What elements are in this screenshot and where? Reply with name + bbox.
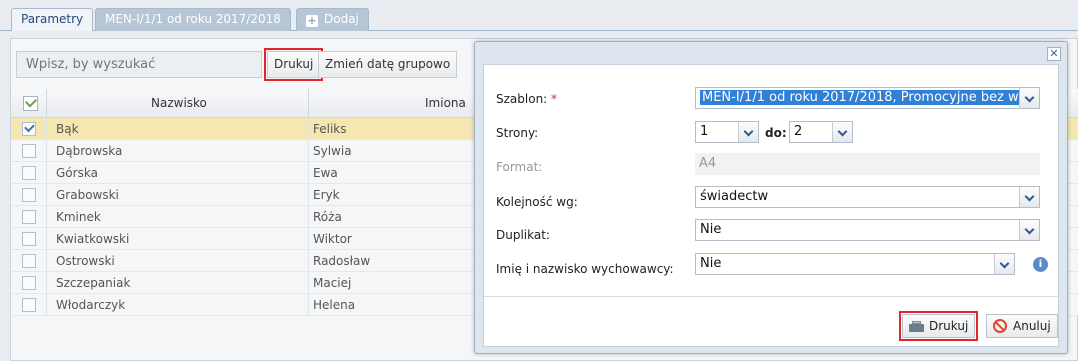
wychowawca-label: Imię i nazwisko wychowawcy:: [496, 262, 674, 276]
cell-nazwisko: Kminek: [56, 210, 101, 224]
szablon-select[interactable]: MEN-I/1/1 od roku 2017/2018, Promocyjne …: [695, 87, 1040, 109]
do-label: do:: [765, 126, 787, 140]
dialog-cancel-label: Anuluj: [1013, 319, 1051, 333]
search-input[interactable]: [16, 51, 262, 78]
cell-imiona: Róża: [313, 210, 342, 224]
column-header-imiona[interactable]: Imiona: [425, 89, 466, 118]
row-checkbox[interactable]: [22, 298, 36, 312]
column-separator: [308, 184, 309, 206]
dialog-body: Szablon: * MEN-I/1/1 od roku 2017/2018, …: [483, 64, 1060, 347]
row-checkbox[interactable]: [22, 232, 36, 246]
tab-men-i-1-1[interactable]: MEN-I/1/1 od roku 2017/2018: [95, 8, 291, 31]
cell-nazwisko: Dąbrowska: [56, 144, 123, 158]
cell-imiona: Helena: [313, 298, 356, 312]
dialog-print-button[interactable]: Drukuj: [898, 311, 979, 341]
cell-imiona: Eryk: [313, 188, 340, 202]
column-separator: [46, 272, 47, 294]
column-separator: [308, 140, 309, 162]
cancel-icon: [993, 319, 1007, 333]
tab-dodaj-label: Dodaj: [324, 12, 359, 26]
printer-icon: [909, 321, 924, 332]
chevron-down-icon[interactable]: [738, 122, 758, 142]
column-header-nazwisko[interactable]: Nazwisko: [151, 89, 207, 118]
chevron-down-icon[interactable]: [1019, 187, 1039, 207]
cell-nazwisko: Ostrowski: [56, 254, 115, 268]
row-checkbox[interactable]: [22, 210, 36, 224]
wychowawca-select[interactable]: Nie: [695, 253, 1015, 275]
column-separator: [308, 294, 309, 316]
cell-nazwisko: Grabowski: [56, 188, 119, 202]
column-separator: [308, 89, 309, 118]
dialog-cancel-button[interactable]: Anuluj: [986, 314, 1058, 338]
duplikat-label: Duplikat:: [496, 228, 550, 242]
column-separator: [46, 89, 47, 118]
print-form: Szablon: * MEN-I/1/1 od roku 2017/2018, …: [484, 65, 1060, 297]
chevron-down-icon[interactable]: [1019, 220, 1039, 240]
required-mark: *: [551, 92, 558, 106]
cell-imiona: Wiktor: [313, 232, 352, 246]
kolejnosc-select[interactable]: świadectw: [695, 186, 1040, 208]
dialog-print-label: Drukuj: [929, 319, 969, 333]
row-checkbox[interactable]: [22, 122, 36, 136]
cell-imiona: Feliks: [313, 122, 347, 136]
change-date-button[interactable]: Zmień datę grupowo: [318, 51, 458, 78]
select-all-checkbox[interactable]: [23, 96, 38, 111]
format-label: Format:: [496, 160, 543, 174]
kolejnosc-value: świadectw: [700, 189, 769, 204]
cell-nazwisko: Włodarczyk: [56, 298, 126, 312]
column-separator: [46, 162, 47, 184]
column-separator: [308, 272, 309, 294]
cell-imiona: Ewa: [313, 166, 338, 180]
column-separator: [46, 294, 47, 316]
strony-label: Strony:: [496, 126, 539, 140]
szablon-label: Szablon: *: [496, 92, 558, 106]
column-separator: [308, 250, 309, 272]
tab-parametry[interactable]: Parametry: [11, 8, 94, 31]
row-checkbox[interactable]: [22, 188, 36, 202]
column-separator: [46, 228, 47, 250]
cell-imiona: Radosław: [313, 254, 371, 268]
cell-nazwisko: Górska: [56, 166, 98, 180]
row-checkbox[interactable]: [22, 144, 36, 158]
row-checkbox[interactable]: [22, 166, 36, 180]
strony-to-value: 2: [794, 124, 803, 139]
strony-to-select[interactable]: 2: [789, 121, 853, 143]
column-separator: [46, 118, 47, 140]
chevron-down-icon[interactable]: [1019, 88, 1039, 108]
szablon-value: MEN-I/1/1 od roku 2017/2018, Promocyjne …: [700, 90, 1039, 105]
tab-dodaj[interactable]: + Dodaj: [296, 8, 369, 31]
format-field: A4: [695, 153, 1040, 175]
column-separator: [46, 184, 47, 206]
cell-imiona: Maciej: [313, 276, 352, 290]
column-separator: [308, 206, 309, 228]
chevron-down-icon[interactable]: [994, 254, 1014, 274]
column-separator: [46, 250, 47, 272]
kolejnosc-label: Kolejność wg:: [496, 195, 578, 209]
column-separator: [308, 228, 309, 250]
duplikat-value: Nie: [700, 222, 722, 237]
row-checkbox[interactable]: [22, 254, 36, 268]
cell-nazwisko: Bąk: [56, 122, 79, 136]
chevron-down-icon[interactable]: [832, 122, 852, 142]
info-icon[interactable]: i: [1033, 257, 1048, 272]
tab-bar: Parametry MEN-I/1/1 od roku 2017/2018 + D…: [0, 0, 1078, 31]
print-button[interactable]: Drukuj: [263, 48, 324, 81]
column-separator: [46, 140, 47, 162]
print-dialog: ✕ Szablon: * MEN-I/1/1 od roku 2017/2018…: [474, 41, 1068, 354]
column-separator: [308, 118, 309, 140]
cell-nazwisko: Szczepaniak: [56, 276, 131, 290]
strony-from-value: 1: [700, 124, 709, 139]
duplikat-select[interactable]: Nie: [695, 219, 1040, 241]
column-separator: [46, 206, 47, 228]
close-icon[interactable]: ✕: [1047, 47, 1061, 61]
strony-from-select[interactable]: 1: [695, 121, 759, 143]
cell-imiona: Sylwia: [313, 144, 352, 158]
plus-icon: +: [306, 14, 318, 27]
wychowawca-value: Nie: [700, 256, 722, 271]
column-separator: [308, 162, 309, 184]
cell-nazwisko: Kwiatkowski: [56, 232, 130, 246]
row-checkbox[interactable]: [22, 276, 36, 290]
